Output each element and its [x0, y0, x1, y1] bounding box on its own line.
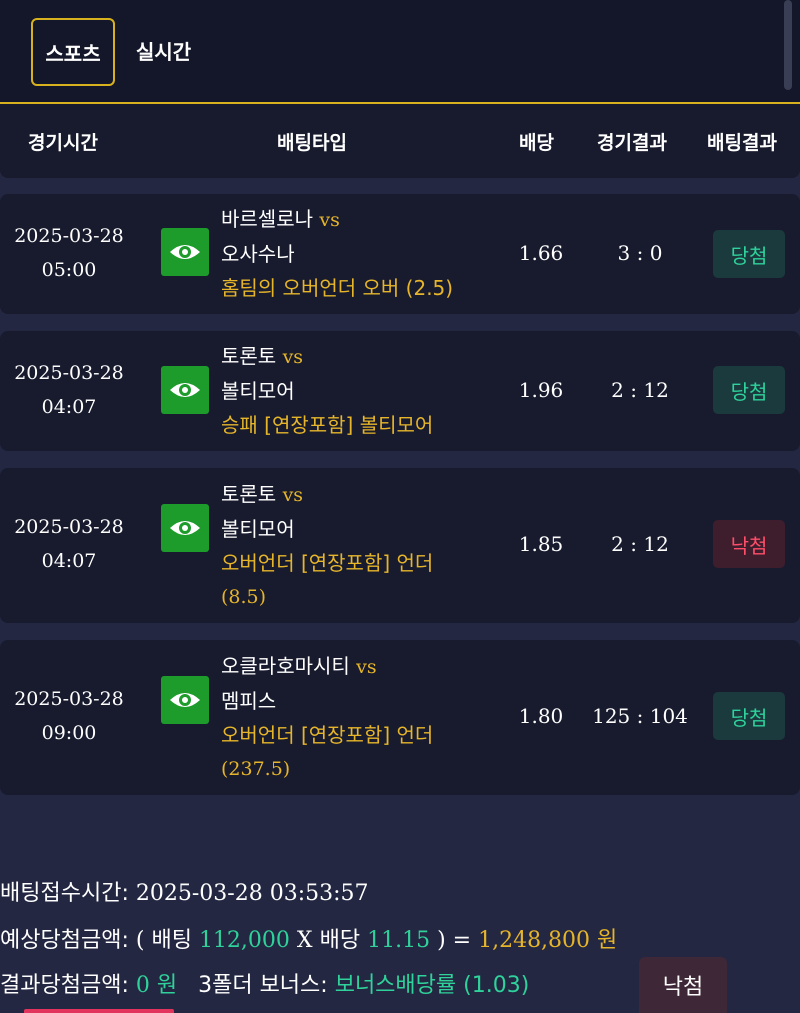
header-bet-type: 배팅타입	[277, 132, 347, 154]
bet-type: 오버언더 [연장포함] 언더	[221, 723, 434, 747]
bet-type-line: (237.5)	[221, 758, 291, 780]
view-button[interactable]	[161, 676, 209, 724]
match-info: 바르셀로나 vs 오사수나 홈팀의 오버언더 오버 (2.5)	[221, 202, 453, 305]
expected-label: 예상당첨금액:	[0, 928, 129, 953]
header-time: 경기시간	[28, 132, 98, 154]
bet-label: 배팅	[151, 928, 192, 953]
away-team: 볼티모어	[221, 379, 295, 403]
scrollbar[interactable]	[784, 0, 792, 90]
home-team: 토론토	[221, 344, 277, 368]
vs-label: vs	[282, 346, 304, 368]
result-badge: 당첨	[713, 692, 785, 740]
bet-row: 2025-03-28 04:07 토론토 vs 볼티모어 오버언더 [연장포함]…	[0, 468, 800, 623]
result-badge: 당첨	[713, 230, 785, 278]
result-badge: 낙첨	[713, 520, 785, 568]
match-time: 05:00	[41, 259, 97, 281]
match-datetime: 2025-03-28 04:07	[12, 510, 126, 578]
eye-icon	[170, 521, 200, 535]
bonus-value: 보너스배당률 (1.03)	[334, 973, 530, 998]
match-date: 2025-03-28	[14, 516, 124, 538]
bet-row: 2025-03-28 04:07 토론토 vs 볼티모어 승패 [연장포함] 볼…	[0, 331, 800, 451]
match-time: 04:07	[41, 550, 97, 572]
lose-status-label: 낙첨	[662, 975, 704, 1000]
home-team: 토론토	[221, 482, 277, 506]
eye-icon	[170, 383, 200, 397]
result-label: 결과당첨금액:	[0, 973, 129, 998]
match-date: 2025-03-28	[14, 362, 124, 384]
tab-sports-label: 스포츠	[45, 41, 101, 66]
tab-sports[interactable]: 스포츠	[31, 18, 115, 86]
expected-currency: 원	[597, 928, 618, 953]
result-badge: 당첨	[713, 366, 785, 414]
tab-live-label: 실시간	[136, 40, 192, 64]
top-tab-bar: 스포츠 실시간	[0, 0, 800, 104]
away-team: 오사수나	[221, 242, 295, 266]
bet-type: 오버언더 [연장포함] 언더	[221, 551, 434, 575]
total-odds: 11.15	[367, 928, 431, 953]
match-score: 125 : 104	[592, 704, 688, 728]
bet-type: 홈팀의 오버언더 오버 (2.5)	[221, 276, 454, 300]
match-info: 오클라호마시티 vs 멤피스 오버언더 [연장포함] 언더 (237.5)	[221, 649, 433, 786]
header-score: 경기결과	[597, 132, 667, 154]
match-datetime: 2025-03-28 09:00	[12, 682, 126, 750]
odds-label: 배당	[319, 928, 361, 953]
match-score: 2 : 12	[611, 378, 669, 402]
odds-value: 1.80	[518, 704, 564, 728]
view-button[interactable]	[161, 228, 209, 276]
expected-payout: 예상당첨금액: ( 배팅 112,000 X 배당 11.15 ) = 1,24…	[0, 922, 617, 954]
result-amount: 0	[135, 973, 150, 998]
away-team: 멤피스	[221, 689, 277, 713]
expected-amount: 1,248,800	[478, 928, 591, 953]
header-result: 배팅결과	[707, 132, 777, 154]
match-datetime: 2025-03-28 05:00	[12, 219, 126, 287]
match-score: 2 : 12	[611, 532, 669, 556]
action-button-edge[interactable]	[24, 1009, 174, 1013]
times-sign: X	[296, 928, 313, 953]
match-info: 토론토 vs 볼티모어 오버언더 [연장포함] 언더 (8.5)	[221, 477, 433, 614]
odds-value: 1.96	[518, 378, 564, 402]
result-payout: 결과당첨금액: 0 원 3폴더 보너스: 보너스배당률 (1.03)	[0, 967, 529, 999]
match-datetime: 2025-03-28 04:07	[12, 356, 126, 424]
bonus-label: 3폴더 보너스:	[198, 973, 328, 998]
view-button[interactable]	[161, 366, 209, 414]
match-time: 04:07	[41, 396, 97, 418]
home-team: 바르셀로나	[221, 207, 313, 231]
vs-label: vs	[282, 484, 304, 506]
bet-type: 승패 [연장포함] 볼티모어	[221, 413, 434, 437]
tab-live[interactable]: 실시간	[136, 36, 191, 65]
bet-received-time: 배팅접수시간: 2025-03-28 03:53:57	[0, 875, 369, 907]
view-button[interactable]	[161, 504, 209, 552]
odds-value: 1.85	[518, 532, 564, 556]
vs-label: vs	[319, 209, 340, 231]
eye-icon	[170, 245, 200, 259]
match-date: 2025-03-28	[14, 688, 124, 710]
lose-status-button[interactable]: 낙첨	[639, 957, 727, 1013]
match-info: 토론토 vs 볼티모어 승패 [연장포함] 볼티모어	[221, 339, 433, 442]
bet-row: 2025-03-28 05:00 바르셀로나 vs 오사수나 홈팀의 오버언더 …	[0, 194, 800, 314]
odds-value: 1.66	[518, 241, 564, 265]
open-paren: (	[135, 928, 145, 953]
match-score: 3 : 0	[617, 241, 663, 265]
table-header: 경기시간 배팅타입 배당 경기결과 배팅결과	[0, 104, 800, 178]
received-label: 배팅접수시간:	[0, 881, 129, 906]
home-team: 오클라호마시티	[221, 654, 350, 678]
bet-type-line: (8.5)	[221, 586, 267, 608]
vs-label: vs	[356, 656, 377, 678]
match-date: 2025-03-28	[14, 225, 124, 247]
bet-amount: 112,000	[198, 928, 290, 953]
match-time: 09:00	[41, 722, 97, 744]
header-odds: 배당	[519, 132, 554, 154]
eye-icon	[170, 693, 200, 707]
received-value: 2025-03-28 03:53:57	[135, 881, 369, 906]
bet-row: 2025-03-28 09:00 오클라호마시티 vs 멤피스 오버언더 [연장…	[0, 640, 800, 795]
close-equals: ) =	[437, 928, 472, 953]
result-currency: 원	[156, 973, 178, 998]
away-team: 볼티모어	[221, 517, 295, 541]
